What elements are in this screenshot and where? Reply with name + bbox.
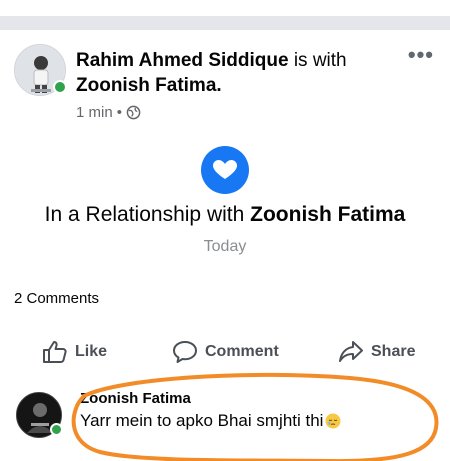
comment-bubble: Zoonish Fatima Yarr mein to apko Bhai sm…: [80, 390, 341, 431]
share-button[interactable]: Share: [338, 340, 415, 364]
action-bar: Like Comment Share: [0, 340, 450, 368]
comment-body: Yarr mein to apko Bhai smjhti thi: [80, 411, 324, 430]
globe-icon[interactable]: [126, 105, 141, 120]
heart-icon: [213, 160, 237, 179]
post-header: Rahim Ahmed Siddique is with Zoonish Fat…: [14, 44, 434, 124]
comment-icon: [173, 341, 197, 363]
author-name[interactable]: Rahim Ahmed Siddique: [76, 50, 289, 71]
comment-text: Yarr mein to apko Bhai smjhti thi: [80, 411, 341, 431]
commenter-name[interactable]: Zoonish Fatima: [80, 390, 341, 407]
post-title: Rahim Ahmed Siddique is with Zoonish Fat…: [76, 48, 396, 98]
comment-button[interactable]: Comment: [172, 340, 279, 364]
more-options-icon[interactable]: •••: [408, 44, 434, 66]
sleepy-face-icon: [325, 413, 341, 429]
life-event-icon: [201, 146, 249, 194]
author-avatar[interactable]: [14, 44, 67, 96]
life-event-title: In a Relationship with Zoonish Fatima: [0, 203, 450, 227]
event-partner[interactable]: Zoonish Fatima: [250, 203, 405, 226]
meta-separator: •: [116, 104, 122, 121]
thumbs-up-icon: [43, 341, 67, 363]
post-meta: 1 min •: [76, 104, 396, 121]
comment-label: Comment: [205, 343, 279, 360]
online-indicator: [53, 80, 67, 94]
share-label: Share: [371, 343, 416, 360]
comments-count[interactable]: 2 Comments: [14, 290, 99, 307]
like-label: Like: [75, 343, 108, 360]
life-event-date: Today: [203, 238, 247, 255]
connector-text: is with: [293, 50, 347, 71]
top-divider: [0, 0, 450, 30]
share-icon: [339, 341, 363, 362]
like-button[interactable]: Like: [42, 340, 107, 364]
commenter-avatar[interactable]: [16, 392, 63, 438]
tagged-name[interactable]: Zoonish Fatima.: [76, 75, 222, 96]
commenter-online-indicator: [50, 423, 63, 436]
event-prefix: In a Relationship with: [44, 203, 245, 226]
post-time[interactable]: 1 min: [76, 104, 113, 121]
comment-item: Zoonish Fatima Yarr mein to apko Bhai sm…: [0, 384, 450, 461]
